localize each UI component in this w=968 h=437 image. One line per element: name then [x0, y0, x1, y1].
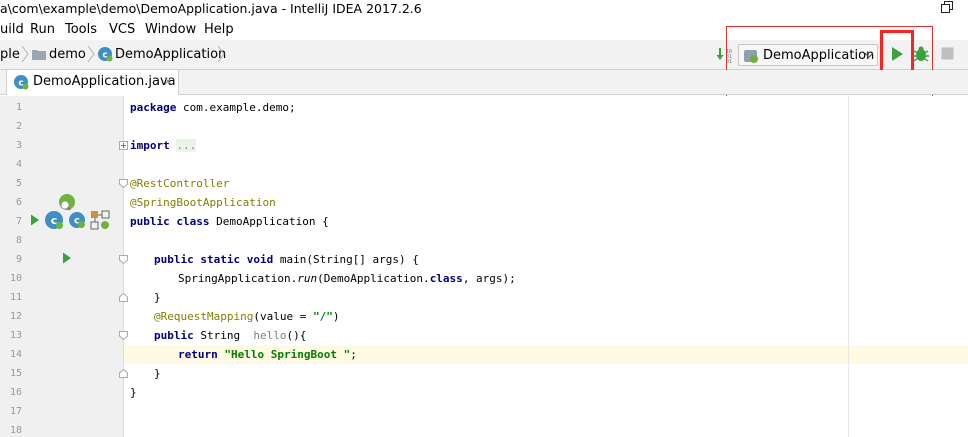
- code-line-13: SpringApplication.run(DemoApplication.cl…: [178, 272, 516, 285]
- line-number: 6: [15, 197, 22, 208]
- breadcrumb-project[interactable]: ple: [0, 47, 20, 62]
- string-literal: "/": [312, 310, 333, 323]
- line-number: 5: [15, 178, 22, 189]
- fold-end-icon[interactable]: [119, 293, 128, 302]
- current-line-highlight: [0, 345, 968, 364]
- code-text: (DemoApplication.: [317, 272, 430, 285]
- code-editor[interactable]: 1 2 3 4 5 6 7 8 9 10 11 12 13 14 15 16 1…: [0, 96, 968, 437]
- line-number: 3: [15, 140, 22, 151]
- breadcrumb-separator-icon: [217, 45, 225, 63]
- line-number: 8: [15, 235, 22, 246]
- title-bar: a\com\example\demo\DemoApplication.java …: [0, 0, 968, 18]
- code-line-19: }: [130, 386, 137, 399]
- breadcrumb-demo[interactable]: demo: [49, 47, 86, 62]
- string-literal: "Hello SpringBoot ": [217, 348, 351, 361]
- spring-class-icon[interactable]: c: [68, 211, 86, 229]
- breadcrumb-separator-icon: [87, 45, 95, 63]
- annotation: @RequestMapping: [154, 310, 254, 323]
- code-text: (){: [286, 329, 307, 342]
- editor-tab-bar: c DemoApplication.java ×: [0, 70, 968, 95]
- code-line-15: @RequestMapping(value = "/"): [154, 310, 339, 323]
- code-line-8: @RestController: [130, 177, 229, 190]
- line-number: 11: [9, 292, 22, 303]
- close-tab-icon[interactable]: ×: [163, 74, 173, 88]
- line-number: 16: [9, 387, 22, 398]
- line-number: 2: [15, 121, 22, 132]
- keyword: public static void: [154, 253, 274, 266]
- code-text: (value =: [253, 310, 313, 323]
- run-gutter-icon[interactable]: [62, 252, 72, 264]
- line-number: 14: [9, 349, 22, 360]
- menu-window[interactable]: Window: [145, 22, 196, 37]
- line-number: 9: [15, 254, 22, 265]
- method-name: hello: [253, 329, 287, 342]
- code-line-17: return "Hello SpringBoot ";: [178, 348, 357, 361]
- code-text: ): [332, 310, 340, 323]
- menu-run[interactable]: Run: [30, 22, 55, 37]
- code-text: SpringApplication.: [178, 272, 298, 285]
- code-text: main(String[] args) {: [273, 253, 419, 266]
- menu-build[interactable]: uild: [0, 22, 24, 37]
- keyword: return: [178, 348, 218, 361]
- static-method: run: [297, 272, 318, 285]
- highlight-annotation-run: [880, 30, 914, 74]
- code-line-3: import ...: [130, 139, 197, 152]
- spring-class-icon: c: [98, 47, 113, 62]
- keyword: public class: [130, 215, 210, 228]
- right-margin-guide: [848, 96, 849, 437]
- fold-start-icon[interactable]: [119, 331, 128, 340]
- menu-tools[interactable]: Tools: [65, 22, 97, 37]
- line-number: 10: [9, 273, 22, 284]
- tab-demoapplication-java[interactable]: c DemoApplication.java ×: [6, 70, 179, 95]
- code-text: com.example.demo;: [176, 101, 296, 114]
- fold-end-icon[interactable]: [119, 369, 128, 378]
- folder-icon: [32, 50, 46, 60]
- restore-window-icon[interactable]: [940, 0, 954, 14]
- code-text: DemoApplication {: [209, 215, 329, 228]
- code-text: String: [193, 329, 254, 342]
- line-number: 15: [9, 368, 22, 379]
- spring-class-icon: c: [14, 75, 29, 90]
- code-text: ;: [350, 348, 357, 361]
- class-icon[interactable]: c: [44, 210, 64, 230]
- code-text: }: [130, 386, 137, 399]
- fold-expand-icon[interactable]: [119, 141, 128, 150]
- menu-help[interactable]: Help: [204, 22, 234, 37]
- line-number: 7: [15, 216, 22, 227]
- code-line-12: public static void main(String[] args) {: [154, 253, 419, 266]
- folded-imports[interactable]: ...: [176, 139, 197, 152]
- annotation: @RestController: [130, 177, 230, 190]
- line-number: 13: [9, 330, 22, 341]
- code-line-14: }: [154, 291, 161, 304]
- keyword: public: [154, 329, 194, 342]
- code-text: }: [154, 367, 161, 380]
- keyword: package: [130, 101, 177, 114]
- code-line-18: }: [154, 367, 161, 380]
- code-line-9: @SpringBootApplication: [130, 196, 276, 209]
- fold-start-icon[interactable]: [119, 179, 128, 188]
- line-number: 1: [15, 102, 22, 113]
- tab-label: DemoApplication.java: [33, 74, 176, 89]
- spring-config-icon[interactable]: [90, 210, 110, 230]
- line-number: 18: [9, 425, 22, 436]
- code-line-1: package com.example.demo;: [130, 101, 296, 114]
- spring-bean-icon[interactable]: [58, 193, 76, 211]
- code-text: }: [154, 291, 161, 304]
- fold-start-icon[interactable]: [119, 255, 128, 264]
- run-gutter-icon[interactable]: [30, 214, 40, 226]
- breadcrumb-demoapplication[interactable]: DemoApplication: [115, 47, 226, 62]
- window-title: a\com\example\demo\DemoApplication.java …: [0, 1, 422, 16]
- stop-button[interactable]: [941, 47, 954, 60]
- code-line-16: public String hello(){: [154, 329, 306, 342]
- line-number: 12: [9, 311, 22, 322]
- menu-vcs[interactable]: VCS: [109, 22, 135, 37]
- line-number: 17: [9, 406, 22, 417]
- keyword: import: [130, 139, 170, 152]
- code-text: , args);: [462, 272, 516, 285]
- code-line-10: public class DemoApplication {: [130, 215, 329, 228]
- breadcrumb-separator-icon: [21, 45, 29, 63]
- keyword: class: [429, 272, 463, 285]
- annotation: @SpringBootApplication: [130, 196, 276, 209]
- line-number: 4: [15, 159, 22, 170]
